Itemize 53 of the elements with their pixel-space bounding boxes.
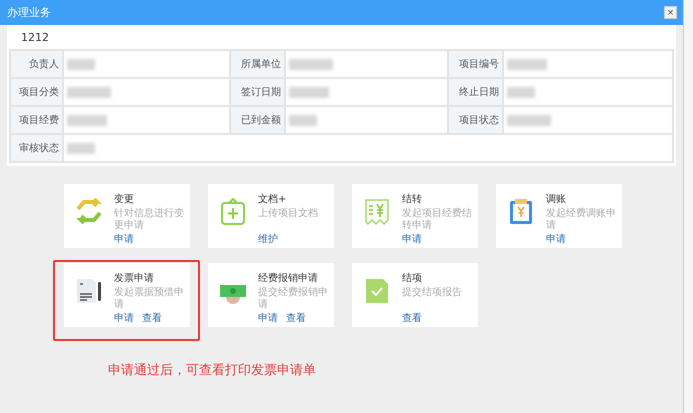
field-label: 项目状态: [459, 114, 499, 127]
action-link[interactable]: 维护: [258, 232, 278, 246]
field-label: 项目经费: [19, 114, 59, 127]
circular-arrows-icon: [75, 198, 103, 224]
field-label: 项目编号: [459, 58, 499, 71]
action-link[interactable]: 查看: [286, 311, 306, 325]
action-link[interactable]: 申请: [546, 232, 566, 246]
redacted-value: [507, 86, 535, 98]
card-title: 经费报销申请: [258, 272, 319, 285]
card-description: 上传项目文档: [258, 208, 319, 221]
receipt-icon: [364, 198, 390, 226]
redacted-value: [507, 58, 547, 70]
action-link[interactable]: 申请: [114, 311, 134, 325]
annotation-text: 申请通过后，可查看打印发票申请单: [108, 362, 317, 379]
card-description: 提交经费报销申请: [258, 287, 328, 311]
action-link[interactable]: 查看: [142, 311, 162, 325]
checked-document-icon: [364, 277, 390, 305]
field-label: 项目分类: [19, 86, 59, 99]
field-label: 负责人: [29, 58, 59, 71]
card-description: 发起项目经费结转申请: [402, 208, 472, 232]
redacted-value: [507, 114, 551, 126]
close-button[interactable]: ×: [664, 6, 677, 19]
card-description: 发起经费调账申请: [546, 208, 616, 232]
field-label: 所属单位: [241, 58, 281, 71]
card-title: 文档+: [258, 192, 288, 206]
field-label: 审核状态: [19, 142, 59, 155]
card-description: 发起票据预借申请: [114, 287, 184, 311]
card-description: 针对信息进行变更申请: [114, 208, 184, 232]
project-name: 1212: [20, 30, 50, 46]
redacted-value: [67, 114, 107, 126]
action-link[interactable]: 申请: [114, 232, 134, 246]
redacted-value: [289, 114, 317, 126]
redacted-value: [67, 58, 95, 70]
card-title: 结项: [402, 272, 423, 285]
card-title: 结转: [402, 192, 423, 206]
card-description: 提交结项报告: [402, 287, 463, 300]
redacted-value: [67, 86, 111, 98]
field-label: 签订日期: [241, 86, 281, 99]
card-title: 发票申请: [114, 272, 155, 285]
window-title: 办理业务: [7, 5, 51, 20]
field-label: 已到金额: [241, 114, 281, 127]
card-title: 变更: [114, 192, 135, 206]
redacted-value: [289, 86, 329, 98]
action-link[interactable]: 申请: [402, 232, 422, 246]
redacted-value: [67, 142, 95, 154]
clipboard-plus-icon: [220, 198, 246, 226]
action-link[interactable]: 查看: [402, 311, 422, 325]
document-pen-icon: [75, 277, 103, 305]
card-title: 调账: [546, 192, 567, 206]
action-link[interactable]: 申请: [258, 311, 278, 325]
field-label: 终止日期: [459, 86, 499, 99]
yen-clipboard-icon: [508, 198, 534, 226]
redacted-value: [289, 58, 333, 70]
